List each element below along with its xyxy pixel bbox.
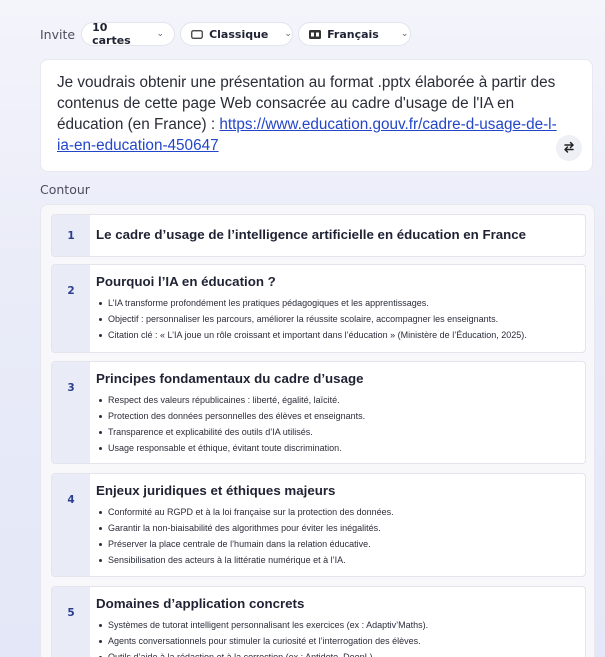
card-number-column: 3 (52, 362, 90, 463)
chevron-down-icon: ⌄ (400, 29, 409, 39)
card-title[interactable]: Principes fondamentaux du cadre d’usage (96, 370, 579, 388)
language-dropdown[interactable]: Français ⌄ (298, 22, 412, 46)
prompt-input[interactable]: Je voudrais obtenir une présentation au … (40, 59, 593, 172)
outline-card-1[interactable]: 1 Le cadre d’usage de l’intelligence art… (51, 214, 586, 257)
language-icon (309, 29, 322, 39)
card-number-column: 1 (52, 215, 90, 256)
outline-card-5[interactable]: 5 Domaines d’application concrets Systèm… (51, 586, 586, 657)
bullet-item[interactable]: Systèmes de tutorat intelligent personna… (96, 617, 579, 633)
invite-toolbar: Invite 10 cartes ⌄ Classique ⌄ Français … (40, 21, 412, 47)
card-title[interactable]: Domaines d’application concrets (96, 595, 579, 613)
card-number: 2 (67, 285, 75, 297)
card-number: 4 (67, 494, 75, 506)
bullet-item[interactable]: Conformité au RGPD et à la loi française… (96, 504, 579, 520)
card-number: 5 (67, 607, 75, 619)
bullet-item[interactable]: Préserver la place centrale de l’humain … (96, 536, 579, 552)
bullet-item[interactable]: Outils d’aide à la rédaction et à la cor… (96, 649, 579, 657)
card-number: 3 (67, 382, 75, 394)
card-number-column: 2 (52, 265, 90, 352)
language-value: Français (327, 27, 379, 41)
outline-card-2[interactable]: 2 Pourquoi l’IA en éducation ? L’IA tran… (51, 264, 586, 353)
bullet-item[interactable]: Protection des données personnelles des … (96, 408, 579, 424)
outline-label: Contour (40, 182, 90, 197)
bullet-item[interactable]: Garantir la non-biaisabilité des algorit… (96, 520, 579, 536)
outline-panel: 1 Le cadre d’usage de l’intelligence art… (40, 204, 595, 657)
bullet-item[interactable]: Objectif : personnaliser les parcours, a… (96, 311, 579, 327)
card-number: 1 (67, 230, 75, 242)
card-title[interactable]: Le cadre d’usage de l’intelligence artif… (96, 226, 579, 244)
card-number-column: 4 (52, 474, 90, 576)
bullet-item[interactable]: Agents conversationnels pour stimuler la… (96, 633, 579, 649)
chevron-down-icon: ⌄ (156, 29, 165, 39)
cards-count-value: 10 cartes (92, 21, 131, 47)
prompt-text[interactable]: Je voudrais obtenir une présentation au … (57, 72, 557, 156)
invite-label: Invite (40, 26, 76, 42)
card-title[interactable]: Enjeux juridiques et éthiques majeurs (96, 482, 579, 500)
style-dropdown[interactable]: Classique ⌄ (180, 22, 294, 46)
bullet-list: Systèmes de tutorat intelligent personna… (96, 617, 579, 657)
bullet-item[interactable]: Citation clé : « L’IA joue un rôle crois… (96, 327, 579, 343)
style-value: Classique (209, 27, 269, 41)
bullet-item[interactable]: L’IA transforme profondément les pratiqu… (96, 295, 579, 311)
card-number-column: 5 (52, 587, 90, 657)
outline-card-3[interactable]: 3 Principes fondamentaux du cadre d’usag… (51, 361, 586, 464)
bullet-item[interactable]: Sensibilisation des acteurs à la littéra… (96, 552, 579, 568)
bullet-list: Conformité au RGPD et à la loi française… (96, 504, 579, 568)
cards-count-dropdown[interactable]: 10 cartes ⌄ (81, 21, 176, 47)
chevron-down-icon: ⌄ (284, 29, 292, 39)
bullet-item[interactable]: Respect des valeurs républicaines : libe… (96, 392, 579, 408)
slide-frame-icon (191, 29, 203, 39)
swap-arrows-icon (562, 139, 576, 158)
card-title[interactable]: Pourquoi l’IA en éducation ? (96, 273, 579, 291)
bullet-list: Respect des valeurs républicaines : libe… (96, 392, 579, 456)
outline-card-4[interactable]: 4 Enjeux juridiques et éthiques majeurs … (51, 473, 586, 577)
regenerate-button[interactable] (556, 135, 582, 161)
bullet-item[interactable]: Usage responsable et éthique, évitant to… (96, 440, 579, 456)
bullet-list: L’IA transforme profondément les pratiqu… (96, 295, 579, 343)
bullet-item[interactable]: Transparence et explicabilité des outils… (96, 424, 579, 440)
